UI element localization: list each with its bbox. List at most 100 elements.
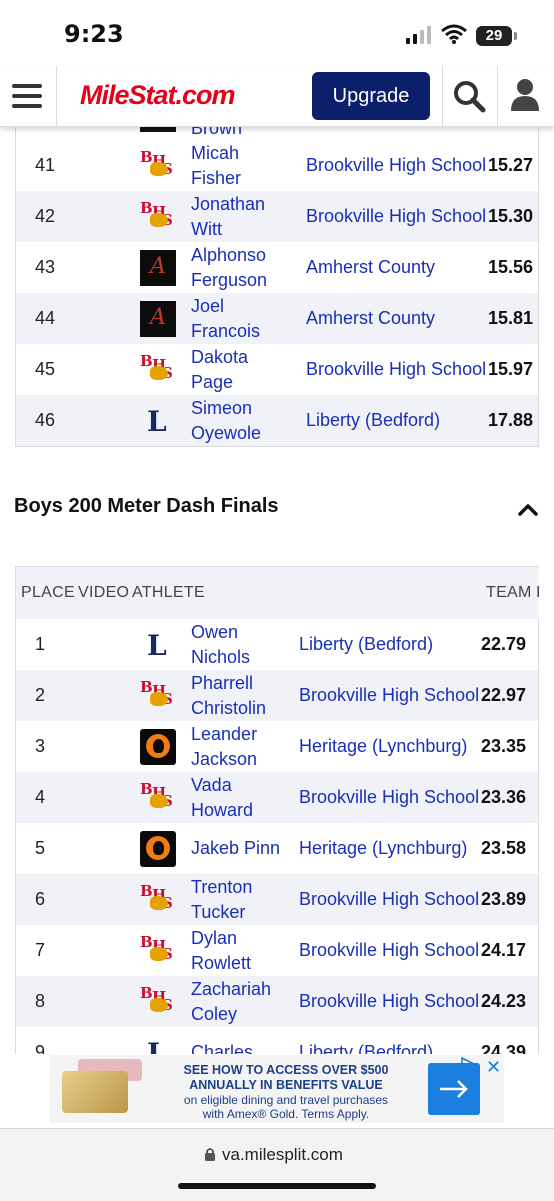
- brookville-logo-icon: BHS: [140, 352, 176, 388]
- table-row: 2 BHS Pharrell Christolin Brookville High Sc…: [15, 670, 539, 721]
- lock-icon: [205, 1148, 215, 1161]
- place-cell: 9: [35, 1042, 46, 1054]
- athlete-link[interactable]: Pharrell Christolin: [191, 671, 266, 721]
- amherst-logo-icon: A: [140, 250, 176, 286]
- mark-cell: 23.35: [481, 736, 527, 756]
- athlete-link[interactable]: Owen Nichols: [191, 620, 250, 670]
- athlete-link[interactable]: Vada Howard: [191, 773, 253, 823]
- liberty-logo-icon: L: [147, 405, 167, 438]
- browser-url-bar[interactable]: va.milesplit.com: [0, 1128, 554, 1201]
- liberty-logo-icon: L: [147, 1037, 167, 1054]
- mark-cell: 22.79: [481, 634, 527, 654]
- team-link[interactable]: Brookville High School: [306, 344, 486, 395]
- url-text[interactable]: va.milesplit.com: [222, 1145, 343, 1165]
- athlete-last-name: Nichols: [191, 647, 251, 667]
- team-link[interactable]: Liberty (Bedford): [299, 619, 433, 670]
- team-link[interactable]: Amherst County: [306, 293, 435, 344]
- place-cell: 4: [35, 787, 46, 807]
- table-row: 8 BHS Zachariah Coley Brookville High School…: [15, 976, 539, 1027]
- athlete-first-name: Owen: [191, 622, 239, 642]
- table-row: 46 L Simeon Oyewole Liberty (Bedford) 17.88: [15, 395, 539, 446]
- athlete-link[interactable]: Joel Francois: [191, 294, 260, 344]
- ad-choices-icon[interactable]: [460, 1057, 476, 1071]
- table-row: 3 Leander Jackson Heritage (Lynchburg) 23.35: [15, 721, 539, 772]
- results-table-previous: Brown: [15, 126, 539, 140]
- user-account-icon[interactable]: [510, 78, 540, 112]
- mark-cell: 24.39: [481, 1042, 527, 1054]
- athlete-link[interactable]: Micah Fisher: [191, 141, 241, 191]
- place-cell: 2: [35, 685, 46, 705]
- athlete-last-name: Witt: [191, 219, 222, 239]
- team-link[interactable]: Brookville High School: [299, 925, 479, 976]
- athlete-link[interactable]: Trenton Tucker: [191, 875, 252, 925]
- athlete-last-name: Page: [191, 372, 234, 392]
- athlete-link[interactable]: Dylan Rowlett: [191, 926, 251, 976]
- team-link[interactable]: Brookville High School: [306, 191, 486, 242]
- athlete-link[interactable]: Leander Jackson: [191, 722, 257, 772]
- column-header-team[interactable]: TEAM: [486, 567, 532, 619]
- athlete-first-name: Charles: [191, 1042, 254, 1054]
- event-title: Boys 200 Meter Dash Finals: [14, 495, 279, 517]
- team-link[interactable]: Liberty (Bedford): [299, 1027, 433, 1054]
- team-link[interactable]: Brookville High School: [299, 670, 479, 721]
- athlete-last-name: Coley: [191, 1004, 238, 1024]
- athlete-last-name: Rowlett: [191, 953, 252, 973]
- menu-icon[interactable]: [12, 84, 42, 110]
- athlete-last-name: Howard: [191, 800, 254, 820]
- team-link[interactable]: Heritage (Lynchburg): [299, 721, 467, 772]
- athlete-first-name: Simeon: [191, 398, 253, 418]
- brookville-logo-icon: BHS: [140, 678, 176, 714]
- mark-cell: 15.27: [488, 155, 534, 175]
- place-cell: 5: [35, 838, 46, 858]
- ad-close-icon[interactable]: ✕: [486, 1057, 501, 1078]
- status-time: 9:23: [64, 20, 124, 48]
- athlete-link[interactable]: Zachariah Coley: [191, 977, 271, 1027]
- athlete-first-name: Dylan: [191, 928, 238, 948]
- athlete-link[interactable]: Charles: [191, 1027, 253, 1054]
- cellular-signal-icon: [406, 26, 431, 44]
- athlete-first-name: Zachariah: [191, 979, 272, 999]
- table-row: 42 BHS Jonathan Witt Brookville High School1…: [15, 191, 539, 242]
- team-link[interactable]: Brookville High School: [299, 772, 479, 823]
- team-link[interactable]: Brookville High School: [299, 874, 479, 925]
- table-row: 1 L Owen Nichols Liberty (Bedford) 22.79: [15, 619, 539, 670]
- athlete-link[interactable]: Alphonso Ferguson: [191, 243, 267, 293]
- mark-cell: 22.97: [481, 685, 527, 705]
- place-cell: 46: [35, 410, 56, 430]
- search-icon[interactable]: [452, 79, 486, 113]
- wifi-icon: [441, 24, 467, 44]
- team-link[interactable]: Amherst County: [306, 242, 435, 293]
- column-header-place[interactable]: PLACE: [21, 567, 75, 619]
- athlete-link[interactable]: Dakota Page: [191, 345, 248, 395]
- results-table-200m: PLACE VIDEO ATHLETE TEAM I 1 L Owen Nichols…: [15, 566, 539, 1054]
- athlete-link[interactable]: Simeon Oyewole: [191, 396, 261, 446]
- team-logo: A: [140, 301, 176, 337]
- team-link[interactable]: Brookville High School: [299, 976, 479, 1027]
- table-header: PLACE VIDEO ATHLETE TEAM I: [15, 566, 539, 619]
- team-link[interactable]: Liberty (Bedford): [306, 395, 440, 446]
- mark-cell: 23.89: [481, 889, 527, 909]
- athlete-first-name: Micah: [191, 143, 240, 163]
- mark-cell: 15.81: [488, 308, 534, 328]
- site-logo[interactable]: MileStat.com: [80, 80, 236, 111]
- brookville-logo-icon: BHS: [140, 933, 176, 969]
- chevron-up-icon[interactable]: [518, 502, 538, 516]
- column-header-athlete[interactable]: ATHLETE: [132, 567, 205, 619]
- mark-cell: 23.58: [481, 838, 527, 858]
- team-link[interactable]: Heritage (Lynchburg): [299, 823, 467, 874]
- place-cell: 42: [35, 206, 56, 226]
- athlete-link[interactable]: Jakeb Pinn: [191, 823, 280, 874]
- ad-banner[interactable]: SEE HOW TO ACCESS OVER $500 ANNUALLY IN …: [50, 1055, 504, 1123]
- athlete-last-name: Jackson: [191, 749, 258, 769]
- table-row: 6 BHS Trenton Tucker Brookville High School2…: [15, 874, 539, 925]
- mark-cell: 17.88: [488, 410, 534, 430]
- team-link[interactable]: Brookville High School: [306, 140, 486, 191]
- results-rows: 41BHSMicahFisherBrookville High School15…: [15, 140, 539, 447]
- athlete-link[interactable]: Brown: [191, 126, 242, 140]
- column-header-video[interactable]: VIDEO: [78, 567, 129, 619]
- upgrade-button[interactable]: Upgrade: [312, 72, 430, 120]
- table-row: 9 L Charles Liberty (Bedford) 24.39: [15, 1027, 539, 1054]
- athlete-first-name: Alphonso: [191, 245, 267, 265]
- battery-icon: 29: [476, 26, 512, 46]
- athlete-link[interactable]: Jonathan Witt: [191, 192, 265, 242]
